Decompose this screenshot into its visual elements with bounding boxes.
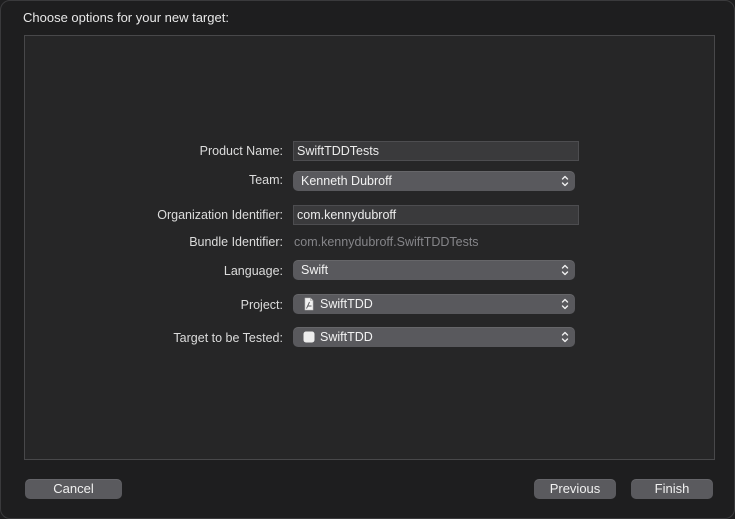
finish-button[interactable]: Finish — [631, 479, 713, 499]
target-to-be-tested-popup[interactable]: SwiftTDD — [293, 327, 575, 347]
team-label: Team: — [248, 173, 283, 187]
bundle-identifier-row: Bundle Identifier: com.kennydubroff.Swif… — [25, 231, 714, 253]
options-panel: Product Name: SwiftTDDTests Team: Kennet… — [24, 35, 715, 460]
bundle-identifier-label: Bundle Identifier: — [189, 235, 283, 249]
organization-identifier-field[interactable]: com.kennydubroff — [293, 205, 579, 225]
project-value: SwiftTDD — [320, 297, 373, 311]
language-popup[interactable]: Swift — [293, 260, 575, 280]
chevron-up-down-icon — [561, 175, 569, 187]
project-popup[interactable]: SwiftTDD — [293, 294, 575, 314]
target-to-be-tested-row: Target to be Tested: SwiftTDD — [25, 327, 714, 349]
new-target-dialog: Choose options for your new target: Prod… — [0, 0, 735, 519]
language-row: Language: Swift — [25, 260, 714, 282]
language-value: Swift — [301, 263, 329, 277]
target-to-be-tested-label: Target to be Tested: — [173, 331, 283, 345]
project-file-icon — [302, 297, 316, 311]
previous-button[interactable]: Previous — [534, 479, 616, 499]
organization-identifier-label: Organization Identifier: — [157, 208, 283, 222]
chevron-up-down-icon — [561, 331, 569, 343]
bundle-identifier-value: com.kennydubroff.SwiftTDDTests — [294, 235, 479, 249]
team-value: Kenneth Dubroff — [301, 174, 392, 188]
target-to-be-tested-value: SwiftTDD — [320, 330, 373, 344]
project-label: Project: — [240, 298, 283, 312]
team-popup[interactable]: Kenneth Dubroff — [293, 171, 575, 191]
product-name-field[interactable]: SwiftTDDTests — [293, 141, 579, 161]
team-row: Team: Kenneth Dubroff — [25, 169, 714, 191]
chevron-up-down-icon — [561, 298, 569, 310]
chevron-up-down-icon — [561, 264, 569, 276]
dialog-title: Choose options for your new target: — [23, 10, 229, 25]
app-target-icon — [302, 330, 316, 344]
product-name-label: Product Name: — [199, 144, 283, 158]
product-name-row: Product Name: SwiftTDDTests — [25, 140, 714, 162]
project-row: Project: SwiftTDD — [25, 294, 714, 316]
cancel-button[interactable]: Cancel — [25, 479, 122, 499]
organization-identifier-row: Organization Identifier: com.kennydubrof… — [25, 204, 714, 226]
language-label: Language: — [223, 264, 283, 278]
